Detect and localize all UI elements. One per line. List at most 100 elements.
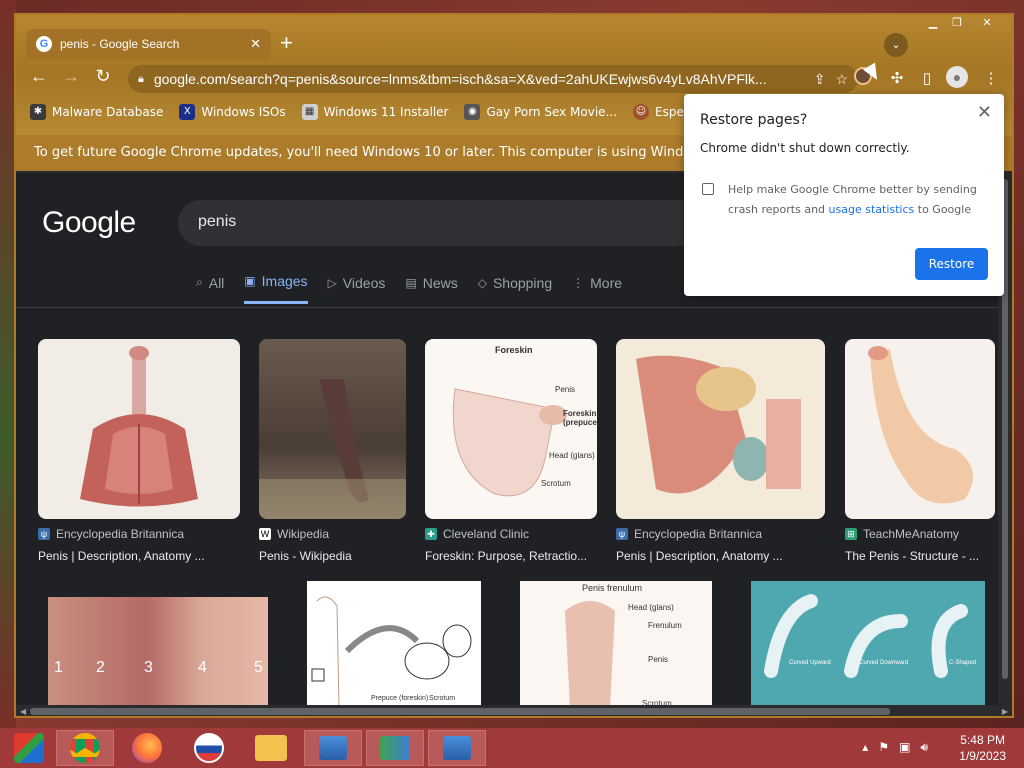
new-tab-button[interactable]: +	[280, 32, 293, 54]
taskbar-clock[interactable]: 5:48 PM 1/9/2023	[959, 732, 1006, 764]
taskbar-file-explorer[interactable]	[242, 730, 300, 766]
menu-kebab-icon[interactable]: ⋮	[980, 69, 1002, 87]
image-result[interactable]: Curved Upward Curved Downward C-Shaped	[751, 581, 985, 707]
result-thumbnail[interactable]	[38, 339, 240, 519]
flag-icon[interactable]: ⚑	[878, 740, 889, 755]
result-title[interactable]: Penis - Wikipedia	[259, 549, 406, 563]
maximize-button[interactable]: ❐	[946, 15, 968, 31]
image-label: Penis frenulum	[582, 583, 643, 593]
image-result[interactable]: Prepuce (foreskin) Scrotum	[307, 581, 481, 707]
result-title[interactable]: The Penis - Structure - ...	[845, 549, 995, 563]
result-thumbnail[interactable]	[259, 339, 406, 519]
volume-icon[interactable]: 🔊︎	[920, 740, 928, 755]
tab-close-icon[interactable]: ✕	[250, 36, 261, 52]
site-icon: ◉	[464, 104, 481, 120]
result-thumbnail[interactable]: Penis frenulum Head (glans) Frenulum Pen…	[520, 581, 712, 707]
image-result[interactable]: ⊞ TeachMeAnatomy The Penis - Structure - …	[845, 339, 995, 563]
start-logo-icon	[14, 733, 44, 763]
tab-videos[interactable]: ▷ Videos	[328, 273, 386, 304]
image-result[interactable]: Foreskin Penis Foreskin (prepuce) Head (…	[425, 339, 597, 563]
bookmark-item[interactable]: ◉ Gay Porn Sex Movie...	[464, 104, 617, 120]
image-result[interactable]: 1 2 3 4 5	[48, 597, 268, 707]
bookmark-item[interactable]: ▦ Windows 11 Installer	[301, 104, 448, 120]
tab-search-chevron-icon[interactable]: ⌄	[884, 33, 908, 57]
search-tabs: ⌕ All ▣ Images ▷ Videos ▤ News ◇ Shopping ⋮ Mo…	[196, 273, 622, 304]
profile-icon[interactable]: ●	[946, 66, 968, 88]
result-thumbnail[interactable]	[616, 339, 825, 519]
cleveland-clinic-icon: ✚	[425, 528, 437, 540]
shape-variants-image	[751, 594, 985, 707]
result-thumbnail[interactable]: Curved Upward Curved Downward C-Shaped	[751, 581, 985, 707]
tab-news[interactable]: ▤ News	[405, 273, 457, 304]
result-thumbnail[interactable]: 1 2 3 4 5	[48, 597, 268, 707]
dialog-title: Restore pages?	[700, 112, 808, 128]
result-source[interactable]: ψ Encyclopedia Britannica	[38, 527, 240, 541]
horizontal-scrollbar[interactable]: ◀ ▶	[16, 705, 1012, 716]
result-title[interactable]: Penis | Description, Anatomy ...	[616, 549, 825, 563]
chrome-icon	[70, 733, 100, 763]
google-logo[interactable]: Google	[42, 206, 136, 240]
network-icon[interactable]: ▣	[899, 740, 910, 755]
firefox-icon	[132, 733, 162, 763]
system-tray: ▴ ⚑ ▣ 🔊︎	[862, 740, 928, 755]
result-source[interactable]: W Wikipedia	[259, 527, 406, 541]
close-icon[interactable]: ✕	[977, 102, 992, 123]
share-icon[interactable]: ⇪	[814, 71, 826, 88]
image-result[interactable]: ψ Encyclopedia Britannica Penis | Descrip…	[38, 339, 240, 563]
tab-all[interactable]: ⌕ All	[196, 273, 224, 304]
crash-reports-label: Help make Google Chrome better by sendin…	[728, 183, 977, 216]
pelvic-anatomy-image	[636, 355, 801, 494]
taskbar-firefox[interactable]	[118, 730, 176, 766]
extensions-puzzle-icon[interactable]: ✣	[886, 69, 908, 87]
forward-arrow-icon[interactable]: →	[58, 66, 84, 87]
result-thumbnail[interactable]	[845, 339, 995, 519]
image-label: Foreskin (prepuce)	[563, 409, 597, 427]
crash-reports-checkbox[interactable]	[702, 183, 714, 195]
close-window-button[interactable]: ✕	[970, 15, 1004, 31]
reload-icon[interactable]: ↻	[90, 66, 116, 87]
chevron-up-icon[interactable]: ▴	[862, 740, 868, 755]
image-result[interactable]: W Wikipedia Penis - Wikipedia	[259, 339, 406, 563]
bookmark-item[interactable]: ✱ Malware Database	[30, 104, 163, 120]
image-result[interactable]: ψ Encyclopedia Britannica Penis | Descrip…	[616, 339, 825, 563]
image-label: 2	[96, 659, 105, 676]
folder-icon	[255, 735, 287, 761]
result-source[interactable]: ψ Encyclopedia Britannica	[616, 527, 825, 541]
image-label: 3	[144, 659, 153, 676]
result-thumbnail[interactable]: Prepuce (foreskin) Scrotum	[307, 581, 481, 707]
image-label: Frenulum	[648, 621, 682, 630]
taskbar-users-app[interactable]	[366, 730, 424, 766]
side-panel-icon[interactable]: ▯	[916, 69, 938, 87]
tab-images[interactable]: ▣ Images	[244, 273, 308, 304]
taskbar-remote-app-2[interactable]	[428, 730, 486, 766]
result-thumbnail[interactable]: Foreskin Penis Foreskin (prepuce) Head (…	[425, 339, 597, 519]
windows-taskbar: ▴ ⚑ ▣ 🔊︎ 5:48 PM 1/9/2023	[0, 728, 1024, 768]
image-label: Prepuce (foreskin)	[371, 695, 429, 702]
tab-more[interactable]: ⋮ More	[572, 273, 622, 304]
result-source[interactable]: ✚ Cleveland Clinic	[425, 527, 597, 541]
bookmark-item[interactable]: X Windows ISOs	[179, 104, 286, 120]
image-label: 1	[54, 659, 63, 676]
x-logo-icon: X	[179, 104, 196, 120]
bookmark-star-icon[interactable]: ☆	[835, 71, 848, 88]
taskbar-chrome[interactable]	[56, 730, 114, 766]
taskbar-app[interactable]	[180, 730, 238, 766]
minimize-button[interactable]: ▁	[922, 15, 944, 31]
address-bar[interactable]: 🔒︎ google.com/search?q=penis&source=lnms…	[128, 65, 858, 93]
image-result[interactable]: Penis frenulum Head (glans) Frenulum Pen…	[520, 581, 712, 707]
scroll-left-icon[interactable]: ◀	[20, 707, 26, 716]
restore-button[interactable]: Restore	[915, 248, 988, 280]
scroll-right-icon[interactable]: ▶	[1002, 707, 1008, 716]
tab-shopping[interactable]: ◇ Shopping	[478, 273, 552, 304]
search-input[interactable]: penis	[178, 200, 738, 246]
result-title[interactable]: Penis | Description, Anatomy ...	[38, 549, 240, 563]
start-button[interactable]	[0, 730, 58, 766]
back-arrow-icon[interactable]: ←	[26, 66, 52, 87]
result-title[interactable]: Foreskin: Purpose, Retractio...	[425, 549, 597, 563]
result-source[interactable]: ⊞ TeachMeAnatomy	[845, 527, 995, 541]
taskbar-remote-app[interactable]	[304, 730, 362, 766]
app-logo-icon	[194, 733, 224, 763]
usage-statistics-link[interactable]: usage statistics	[829, 203, 915, 216]
britannica-icon: ψ	[616, 528, 628, 540]
browser-tab[interactable]: G penis - Google Search ✕	[26, 29, 271, 59]
